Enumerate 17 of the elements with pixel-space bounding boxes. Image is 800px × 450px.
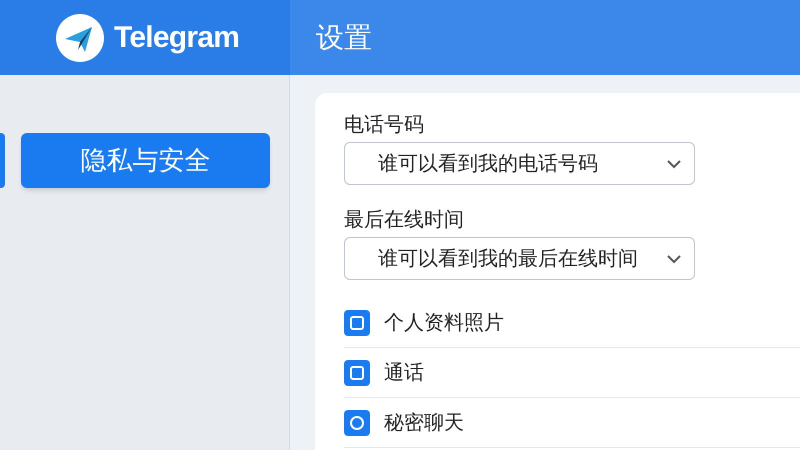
app-name: Telegram — [114, 20, 240, 56]
sidebar-item-edge[interactable] — [0, 133, 5, 188]
option-icon[interactable] — [344, 360, 370, 386]
page-title: 设置 — [316, 20, 372, 54]
logo-icon — [56, 14, 104, 62]
dropdown[interactable]: 谁可以看到我的电话号码 — [344, 142, 695, 185]
chevron-down-icon — [666, 158, 682, 168]
option-label: 个人资料照片 — [384, 310, 504, 336]
field-label: 最后在线时间 — [344, 208, 464, 233]
option-label: 通话 — [384, 360, 424, 386]
sidebar-item[interactable]: 隐私与安全 — [21, 133, 270, 188]
dropdown[interactable]: 谁可以看到我的最后在线时间 — [344, 237, 695, 280]
field-label: 电话号码 — [344, 113, 424, 138]
chevron-down-icon — [666, 254, 682, 264]
option-icon[interactable] — [344, 410, 370, 436]
option-icon[interactable] — [344, 310, 370, 336]
option-label: 秘密聊天 — [384, 410, 464, 436]
